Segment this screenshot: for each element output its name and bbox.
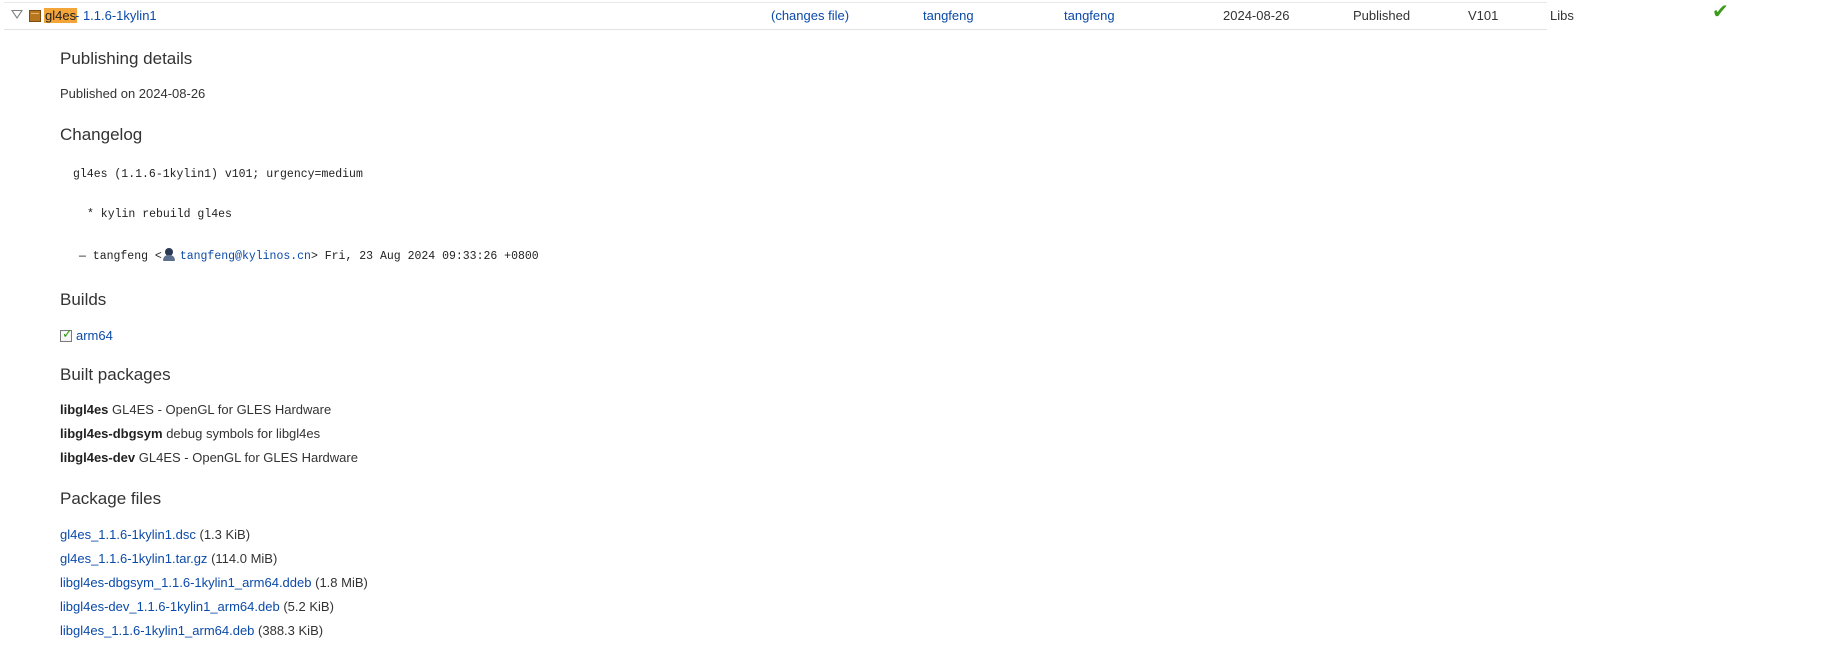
package-file-item: libgl4es-dbgsym_1.1.6-1kylin1_arm64.ddeb… [60, 575, 368, 591]
built-package-desc: debug symbols for libgl4es [166, 426, 321, 441]
built-package-item: libgl4es-dbgsym debug symbols for libgl4… [60, 426, 320, 442]
changelog-author-suffix: > Fri, 23 Aug 2024 09:33:26 +0800 [310, 250, 539, 263]
built-package-desc: GL4ES - OpenGL for GLES Hardware [138, 450, 358, 465]
package-file-size: (114.0 MiB) [211, 551, 278, 566]
package-file-link[interactable]: libgl4es_1.1.6-1kylin1_arm64.deb [60, 623, 254, 638]
built-package-item: libgl4es GL4ES - OpenGL for GLES Hardwar… [60, 402, 331, 418]
package-icon [29, 10, 41, 22]
package-file-item: gl4es_1.1.6-1kylin1.tar.gz (114.0 MiB) [60, 551, 277, 567]
build-success-icon [60, 326, 73, 342]
build-arm64-link[interactable]: arm64 [76, 328, 113, 343]
published-on-text: Published on 2024-08-26 [60, 86, 206, 101]
package-file-link[interactable]: libgl4es-dev_1.1.6-1kylin1_arm64.deb [60, 599, 280, 614]
package-file-size: (5.2 KiB) [283, 599, 334, 614]
changelog-email-link[interactable]: tangfeng@kylinos.cn [180, 250, 311, 263]
package-file-item: libgl4es_1.1.6-1kylin1_arm64.deb (388.3 … [60, 623, 323, 639]
package-file-link[interactable]: gl4es_1.1.6-1kylin1.tar.gz [60, 551, 207, 566]
built-package-name: libgl4es [60, 402, 109, 417]
built-packages-heading: Built packages [60, 365, 171, 384]
built-package-name: libgl4es-dbgsym [60, 426, 163, 441]
changelog-line-2: * kylin rebuild gl4es [87, 208, 232, 221]
package-name: gl4es [44, 8, 78, 23]
component-text: Libs [1550, 8, 1574, 23]
changelog-author-prefix: — tangfeng < [79, 250, 162, 263]
package-file-size: (1.3 KiB) [199, 527, 251, 542]
check-icon: ✔ [1712, 1, 1729, 23]
package-file-link[interactable]: libgl4es-dbgsym_1.1.6-1kylin1_arm64.ddeb [60, 575, 311, 590]
built-package-item: libgl4es-dev GL4ES - OpenGL for GLES Har… [60, 450, 358, 466]
builds-heading: Builds [60, 290, 107, 309]
changelog-line-1: gl4es (1.1.6-1kylin1) v101; urgency=medi… [73, 168, 363, 181]
package-files-heading: Package files [60, 489, 162, 508]
built-package-desc: GL4ES - OpenGL for GLES Hardware [112, 402, 332, 417]
package-file-size: (388.3 KiB) [258, 623, 324, 638]
collapse-triangle-icon[interactable] [11, 10, 23, 19]
status-text: Published [1353, 8, 1411, 23]
built-package-name: libgl4es-dev [60, 450, 136, 465]
series-text: V101 [1468, 8, 1499, 23]
package-file-item: gl4es_1.1.6-1kylin1.dsc (1.3 KiB) [60, 527, 250, 543]
package-file-size: (1.8 MiB) [315, 575, 368, 590]
package-file-link[interactable]: gl4es_1.1.6-1kylin1.dsc [60, 527, 196, 542]
publishing-history-row[interactable]: gl4es - 1.1.6-1kylin1 (changes file) tan… [4, 2, 1574, 30]
build-item: arm64 [60, 326, 113, 344]
changelog-heading: Changelog [60, 125, 143, 144]
package-version-link[interactable]: - 1.1.6-1kylin1 [75, 8, 157, 23]
changelog-signature: — tangfeng < tangfeng@kylinos.cn> Fri, 23… [79, 248, 539, 264]
uploader-link[interactable]: tangfeng [923, 8, 974, 23]
package-file-item: libgl4es-dev_1.1.6-1kylin1_arm64.deb (5.… [60, 599, 334, 615]
person-avatar-icon [162, 248, 176, 261]
publishing-details-heading: Publishing details [60, 49, 193, 68]
signer-link[interactable]: tangfeng [1064, 8, 1115, 23]
date-published: 2024-08-26 [1223, 8, 1290, 23]
changes-file-link[interactable]: (changes file) [771, 8, 849, 23]
